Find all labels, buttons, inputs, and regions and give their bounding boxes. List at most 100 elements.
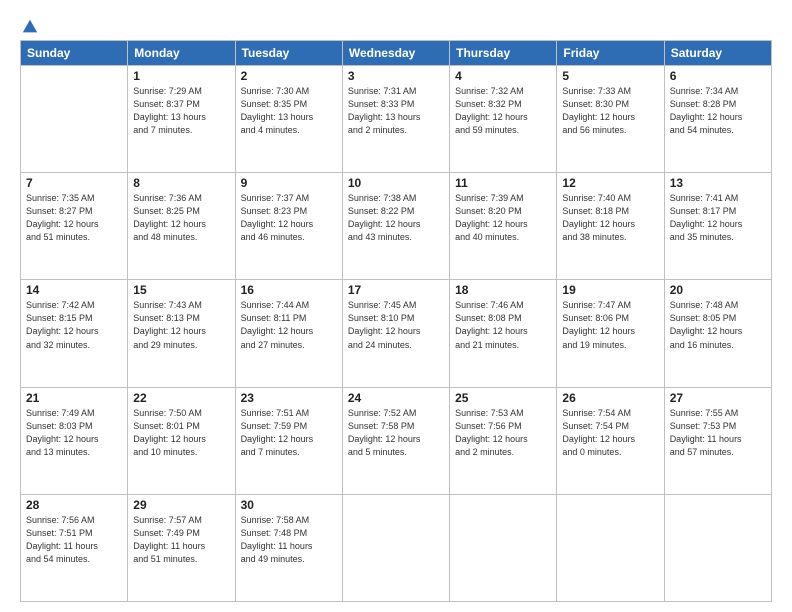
calendar-cell: 12 Sunrise: 7:40 AM Sunset: 8:18 PM Dayli… (557, 173, 664, 280)
week-row-5: 28 Sunrise: 7:56 AM Sunset: 7:51 PM Dayli… (21, 494, 772, 601)
day-number: 18 (455, 283, 551, 297)
day-info: Sunrise: 7:33 AM Sunset: 8:30 PM Dayligh… (562, 85, 658, 137)
day-info: Sunrise: 7:48 AM Sunset: 8:05 PM Dayligh… (670, 299, 766, 351)
calendar-cell: 30Sunrise: 7:58 AM Sunset: 7:48 PM Dayli… (235, 494, 342, 601)
day-number: 27 (670, 391, 766, 405)
calendar: SundayMondayTuesdayWednesdayThursdayFrid… (20, 40, 772, 602)
week-row-3: 14 Sunrise: 7:42 AM Sunset: 8:15 PM Dayli… (21, 280, 772, 387)
day-number: 19 (562, 283, 658, 297)
calendar-cell: 23 Sunrise: 7:51 AM Sunset: 7:59 PM Dayli… (235, 387, 342, 494)
day-number: 1 (133, 69, 229, 83)
day-info: Sunrise: 7:51 AM Sunset: 7:59 PM Dayligh… (241, 407, 337, 459)
day-info: Sunrise: 7:29 AM Sunset: 8:37 PM Dayligh… (133, 85, 229, 137)
calendar-cell: 19 Sunrise: 7:47 AM Sunset: 8:06 PM Dayli… (557, 280, 664, 387)
day-number: 20 (670, 283, 766, 297)
day-info: Sunrise: 7:53 AM Sunset: 7:56 PM Dayligh… (455, 407, 551, 459)
calendar-cell: 16 Sunrise: 7:44 AM Sunset: 8:11 PM Dayli… (235, 280, 342, 387)
day-number: 13 (670, 176, 766, 190)
calendar-cell: 7 Sunrise: 7:35 AM Sunset: 8:27 PM Daylig… (21, 173, 128, 280)
weekday-header-saturday: Saturday (664, 41, 771, 66)
calendar-cell: 29Sunrise: 7:57 AM Sunset: 7:49 PM Dayli… (128, 494, 235, 601)
day-number: 16 (241, 283, 337, 297)
weekday-header-friday: Friday (557, 41, 664, 66)
weekday-header-wednesday: Wednesday (342, 41, 449, 66)
day-info: Sunrise: 7:44 AM Sunset: 8:11 PM Dayligh… (241, 299, 337, 351)
day-number: 14 (26, 283, 122, 297)
day-info: Sunrise: 7:50 AM Sunset: 8:01 PM Dayligh… (133, 407, 229, 459)
day-info: Sunrise: 7:37 AM Sunset: 8:23 PM Dayligh… (241, 192, 337, 244)
calendar-cell: 2 Sunrise: 7:30 AM Sunset: 8:35 PM Daylig… (235, 66, 342, 173)
day-number: 10 (348, 176, 444, 190)
calendar-cell: 24 Sunrise: 7:52 AM Sunset: 7:58 PM Dayli… (342, 387, 449, 494)
day-info: Sunrise: 7:40 AM Sunset: 8:18 PM Dayligh… (562, 192, 658, 244)
day-info: Sunrise: 7:45 AM Sunset: 8:10 PM Dayligh… (348, 299, 444, 351)
calendar-cell (557, 494, 664, 601)
calendar-cell (450, 494, 557, 601)
calendar-cell: 18 Sunrise: 7:46 AM Sunset: 8:08 PM Dayli… (450, 280, 557, 387)
day-number: 7 (26, 176, 122, 190)
weekday-header-thursday: Thursday (450, 41, 557, 66)
day-number: 4 (455, 69, 551, 83)
weekday-header-sunday: Sunday (21, 41, 128, 66)
day-number: 15 (133, 283, 229, 297)
day-info: Sunrise: 7:38 AM Sunset: 8:22 PM Dayligh… (348, 192, 444, 244)
calendar-cell: 28 Sunrise: 7:56 AM Sunset: 7:51 PM Dayli… (21, 494, 128, 601)
calendar-cell: 27 Sunrise: 7:55 AM Sunset: 7:53 PM Dayli… (664, 387, 771, 494)
day-info: Sunrise: 7:57 AM Sunset: 7:49 PM Dayligh… (133, 514, 229, 566)
calendar-cell: 13 Sunrise: 7:41 AM Sunset: 8:17 PM Dayli… (664, 173, 771, 280)
calendar-cell: 25Sunrise: 7:53 AM Sunset: 7:56 PM Dayli… (450, 387, 557, 494)
page: SundayMondayTuesdayWednesdayThursdayFrid… (0, 0, 792, 612)
day-info: Sunrise: 7:49 AM Sunset: 8:03 PM Dayligh… (26, 407, 122, 459)
weekday-header-tuesday: Tuesday (235, 41, 342, 66)
calendar-cell: 1 Sunrise: 7:29 AM Sunset: 8:37 PM Daylig… (128, 66, 235, 173)
calendar-cell: 5 Sunrise: 7:33 AM Sunset: 8:30 PM Daylig… (557, 66, 664, 173)
day-info: Sunrise: 7:54 AM Sunset: 7:54 PM Dayligh… (562, 407, 658, 459)
week-row-4: 21 Sunrise: 7:49 AM Sunset: 8:03 PM Dayli… (21, 387, 772, 494)
day-number: 8 (133, 176, 229, 190)
day-number: 23 (241, 391, 337, 405)
calendar-cell: 10 Sunrise: 7:38 AM Sunset: 8:22 PM Dayli… (342, 173, 449, 280)
day-number: 21 (26, 391, 122, 405)
day-info: Sunrise: 7:55 AM Sunset: 7:53 PM Dayligh… (670, 407, 766, 459)
logo (20, 18, 39, 32)
calendar-cell: 21 Sunrise: 7:49 AM Sunset: 8:03 PM Dayli… (21, 387, 128, 494)
day-info: Sunrise: 7:32 AM Sunset: 8:32 PM Dayligh… (455, 85, 551, 137)
calendar-cell: 11 Sunrise: 7:39 AM Sunset: 8:20 PM Dayli… (450, 173, 557, 280)
week-row-1: 1 Sunrise: 7:29 AM Sunset: 8:37 PM Daylig… (21, 66, 772, 173)
header (20, 18, 772, 32)
day-info: Sunrise: 7:46 AM Sunset: 8:08 PM Dayligh… (455, 299, 551, 351)
calendar-cell: 3 Sunrise: 7:31 AM Sunset: 8:33 PM Daylig… (342, 66, 449, 173)
calendar-cell (342, 494, 449, 601)
day-info: Sunrise: 7:31 AM Sunset: 8:33 PM Dayligh… (348, 85, 444, 137)
day-info: Sunrise: 7:41 AM Sunset: 8:17 PM Dayligh… (670, 192, 766, 244)
day-info: Sunrise: 7:30 AM Sunset: 8:35 PM Dayligh… (241, 85, 337, 137)
day-number: 11 (455, 176, 551, 190)
logo-icon (21, 18, 39, 36)
day-number: 12 (562, 176, 658, 190)
calendar-cell: 26 Sunrise: 7:54 AM Sunset: 7:54 PM Dayli… (557, 387, 664, 494)
day-info: Sunrise: 7:34 AM Sunset: 8:28 PM Dayligh… (670, 85, 766, 137)
weekday-header-monday: Monday (128, 41, 235, 66)
calendar-cell: 15Sunrise: 7:43 AM Sunset: 8:13 PM Dayli… (128, 280, 235, 387)
weekday-header-row: SundayMondayTuesdayWednesdayThursdayFrid… (21, 41, 772, 66)
day-number: 24 (348, 391, 444, 405)
day-number: 2 (241, 69, 337, 83)
day-number: 3 (348, 69, 444, 83)
day-info: Sunrise: 7:56 AM Sunset: 7:51 PM Dayligh… (26, 514, 122, 566)
calendar-cell: 14 Sunrise: 7:42 AM Sunset: 8:15 PM Dayli… (21, 280, 128, 387)
day-number: 26 (562, 391, 658, 405)
calendar-cell: 8Sunrise: 7:36 AM Sunset: 8:25 PM Daylig… (128, 173, 235, 280)
calendar-cell (664, 494, 771, 601)
day-info: Sunrise: 7:35 AM Sunset: 8:27 PM Dayligh… (26, 192, 122, 244)
calendar-cell: 6 Sunrise: 7:34 AM Sunset: 8:28 PM Daylig… (664, 66, 771, 173)
day-info: Sunrise: 7:39 AM Sunset: 8:20 PM Dayligh… (455, 192, 551, 244)
calendar-cell: 17Sunrise: 7:45 AM Sunset: 8:10 PM Dayli… (342, 280, 449, 387)
calendar-cell: 9Sunrise: 7:37 AM Sunset: 8:23 PM Daylig… (235, 173, 342, 280)
day-info: Sunrise: 7:52 AM Sunset: 7:58 PM Dayligh… (348, 407, 444, 459)
day-number: 28 (26, 498, 122, 512)
day-number: 5 (562, 69, 658, 83)
day-number: 6 (670, 69, 766, 83)
calendar-cell (21, 66, 128, 173)
day-info: Sunrise: 7:42 AM Sunset: 8:15 PM Dayligh… (26, 299, 122, 351)
day-info: Sunrise: 7:47 AM Sunset: 8:06 PM Dayligh… (562, 299, 658, 351)
